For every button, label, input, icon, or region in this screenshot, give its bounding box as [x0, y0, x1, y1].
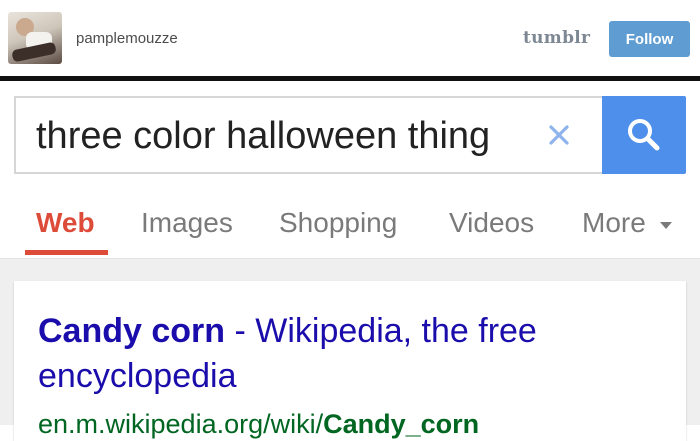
search-input[interactable]: three color halloween thing	[36, 115, 490, 158]
tab-more[interactable]: More	[582, 207, 674, 239]
magnifier-icon	[628, 119, 660, 151]
blog-name[interactable]: pamplemouzze	[76, 30, 178, 47]
tab-web[interactable]: Web	[36, 207, 95, 239]
avatar[interactable]	[8, 12, 62, 64]
dropdown-arrow-icon	[659, 221, 672, 229]
result-card[interactable]: Candy corn - Wikipedia, the free encyclo…	[14, 281, 686, 441]
avatar-figure-legs	[11, 41, 57, 63]
search-box[interactable]: three color halloween thing	[14, 96, 602, 174]
result-url-plain: en.m.wikipedia.org/wiki/	[38, 409, 324, 439]
tab-shopping[interactable]: Shopping	[279, 207, 397, 239]
result-title-bold: Candy corn	[38, 312, 226, 350]
tab-images[interactable]: Images	[141, 207, 233, 239]
tumblr-header: pamplemouzze tumblr Follow	[0, 0, 700, 76]
search-tabs: Web Images Shopping Videos More	[0, 185, 700, 259]
tab-more-label: More	[582, 207, 646, 238]
tab-videos[interactable]: Videos	[449, 207, 534, 239]
close-icon[interactable]	[544, 120, 574, 150]
search-area: three color halloween thing	[0, 81, 700, 185]
follow-button[interactable]: Follow	[609, 21, 690, 57]
tumblr-logo[interactable]: tumblr	[523, 28, 590, 48]
active-tab-indicator	[25, 250, 108, 255]
result-url-bold: Candy_corn	[323, 409, 480, 439]
search-button[interactable]	[602, 96, 686, 174]
result-title-link[interactable]: Candy corn - Wikipedia, the free encyclo…	[38, 309, 668, 399]
results-area: Candy corn - Wikipedia, the free encyclo…	[0, 259, 700, 441]
